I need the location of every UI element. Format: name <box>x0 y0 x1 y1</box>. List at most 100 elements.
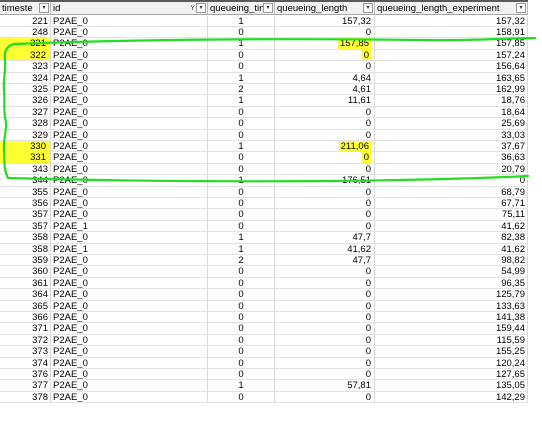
id-cell[interactable]: P2AE_0 <box>51 209 208 221</box>
queueing-length-experimental-cell[interactable]: 75,11 <box>375 209 528 221</box>
queueing-length-cell[interactable]: 0 <box>275 266 375 278</box>
id-cell[interactable]: P2AE_0 <box>51 334 208 347</box>
id-cell[interactable]: P2AE_0 <box>51 72 208 84</box>
header-queueing-length[interactable]: queueing_length ▾ <box>275 2 375 15</box>
queueing-length-experimental-cell[interactable]: 115,59 <box>375 334 528 347</box>
queueing-time-cell[interactable]: 0 <box>208 266 275 278</box>
queueing-time-cell[interactable]: 0 <box>208 27 275 39</box>
timestep-cell[interactable]: 325 <box>0 84 51 96</box>
timestep-cell[interactable]: 328 <box>0 118 51 130</box>
queueing-length-cell[interactable]: 176,51 <box>275 175 375 187</box>
queueing-length-cell[interactable]: 0 <box>275 49 375 62</box>
timestep-cell[interactable]: 377 <box>0 380 51 392</box>
table-row[interactable]: 361 P2AE_0 0 0 96,35 <box>0 277 528 290</box>
queueing-time-cell[interactable]: 1 <box>208 243 275 255</box>
queueing-time-cell[interactable]: 0 <box>208 369 275 381</box>
id-cell[interactable]: P2AE_0 <box>51 49 208 62</box>
queueing-time-cell[interactable]: 0 <box>208 118 275 130</box>
header-id[interactable]: id Y ▾ <box>51 2 208 15</box>
queueing-time-cell[interactable]: 0 <box>208 323 275 335</box>
queueing-time-cell[interactable]: 0 <box>208 198 275 210</box>
queueing-time-cell[interactable]: 0 <box>208 346 275 358</box>
queueing-length-experimental-cell[interactable]: 127,65 <box>375 369 528 381</box>
timestep-cell[interactable]: 374 <box>0 357 51 369</box>
id-cell[interactable]: P2AE_1 <box>51 243 208 255</box>
table-row[interactable]: 378 P2AE_0 0 0 142,29 <box>0 391 528 404</box>
table-row[interactable]: 248 P2AE_0 0 0 158,91 <box>0 27 528 39</box>
id-cell[interactable]: P2AE_0 <box>51 369 208 381</box>
queueing-length-cell[interactable]: 11,61 <box>275 95 375 107</box>
queueing-length-cell[interactable]: 0 <box>275 334 375 347</box>
id-cell[interactable]: P2AE_0 <box>51 15 208 27</box>
queueing-length-experimental-cell[interactable]: 67,71 <box>375 198 528 210</box>
queueing-length-experimental-cell[interactable]: 54,99 <box>375 266 528 278</box>
queueing-length-cell[interactable]: 0 <box>275 323 375 335</box>
table-row[interactable]: 330 P2AE_0 1 211,06 37,67 <box>0 141 528 153</box>
queueing-length-experimental-cell[interactable]: 68,79 <box>375 186 528 198</box>
id-cell[interactable]: P2AE_0 <box>51 391 208 404</box>
timestep-cell[interactable]: 359 <box>0 255 51 267</box>
queueing-length-experimental-cell[interactable]: 20,79 <box>375 163 528 176</box>
queueing-time-cell[interactable]: 1 <box>208 232 275 244</box>
queueing-length-experimental-cell[interactable]: 33,03 <box>375 129 528 141</box>
queueing-time-cell[interactable]: 0 <box>208 61 275 73</box>
table-row[interactable]: 358 P2AE_0 1 47,7 82,38 <box>0 232 528 244</box>
queueing-length-cell[interactable]: 0 <box>275 369 375 381</box>
queueing-length-experimental-cell[interactable]: 18,64 <box>375 106 528 119</box>
queueing-length-experimental-cell[interactable]: 157,85 <box>375 38 528 50</box>
table-row[interactable]: 374 P2AE_0 0 0 120,24 <box>0 357 528 369</box>
id-cell[interactable]: P2AE_0 <box>51 266 208 278</box>
id-cell[interactable]: P2AE_0 <box>51 129 208 141</box>
id-cell[interactable]: P2AE_0 <box>51 95 208 107</box>
queueing-length-cell[interactable]: 57,81 <box>275 380 375 392</box>
id-cell[interactable]: P2AE_0 <box>51 27 208 39</box>
header-queueing-length-experimental[interactable]: queueing_length_experiment ▾ <box>375 2 528 15</box>
table-row[interactable]: 344 P2AE_0 1 176,51 0 <box>0 175 528 187</box>
queueing-time-cell[interactable]: 0 <box>208 49 275 62</box>
queueing-length-cell[interactable]: 4,64 <box>275 72 375 84</box>
table-row[interactable]: 355 P2AE_0 0 0 68,79 <box>0 186 528 198</box>
timestep-cell[interactable]: 323 <box>0 61 51 73</box>
id-cell[interactable]: P2AE_0 <box>51 380 208 392</box>
table-row[interactable]: 324 P2AE_0 1 4,64 163,65 <box>0 72 528 84</box>
header-queueing-time[interactable]: queueing_tin ▾ <box>208 2 275 15</box>
id-cell[interactable]: P2AE_0 <box>51 118 208 130</box>
queueing-length-experimental-cell[interactable]: 41,62 <box>375 243 528 255</box>
queueing-length-experimental-cell[interactable]: 133,63 <box>375 300 528 312</box>
table-row[interactable]: 364 P2AE_0 0 0 125,79 <box>0 289 528 301</box>
queueing-time-cell[interactable]: 0 <box>208 220 275 233</box>
queueing-length-experimental-cell[interactable]: 96,35 <box>375 277 528 290</box>
table-row[interactable]: 325 P2AE_0 2 4,61 162,99 <box>0 84 528 96</box>
queueing-length-cell[interactable]: 47,7 <box>275 255 375 267</box>
table-row[interactable]: 329 P2AE_0 0 0 33,03 <box>0 129 528 141</box>
id-cell[interactable]: P2AE_0 <box>51 232 208 244</box>
queueing-length-cell[interactable]: 0 <box>275 289 375 301</box>
timestep-cell[interactable]: 330 <box>0 141 51 153</box>
queueing-time-cell[interactable]: 0 <box>208 163 275 176</box>
queueing-time-cell[interactable]: 1 <box>208 141 275 153</box>
id-cell[interactable]: P2AE_0 <box>51 323 208 335</box>
queueing-length-cell[interactable]: 0 <box>275 198 375 210</box>
table-row[interactable]: 360 P2AE_0 0 0 54,99 <box>0 266 528 278</box>
timestep-cell[interactable]: 344 <box>0 175 51 187</box>
timestep-cell[interactable]: 329 <box>0 129 51 141</box>
queueing-length-cell[interactable]: 0 <box>275 346 375 358</box>
queueing-time-cell[interactable]: 1 <box>208 380 275 392</box>
queueing-length-cell[interactable]: 211,06 <box>275 141 375 153</box>
id-cell[interactable]: P2AE_1 <box>51 220 208 233</box>
timestep-cell[interactable]: 324 <box>0 72 51 84</box>
queueing-length-cell[interactable]: 0 <box>275 220 375 233</box>
table-row[interactable]: 323 P2AE_0 0 0 156,64 <box>0 61 528 73</box>
queueing-length-experimental-cell[interactable]: 142,29 <box>375 391 528 404</box>
timestep-cell[interactable]: 361 <box>0 277 51 290</box>
queueing-length-cell[interactable]: 0 <box>275 209 375 221</box>
queueing-length-experimental-cell[interactable]: 18,76 <box>375 95 528 107</box>
queueing-length-experimental-cell[interactable]: 98,82 <box>375 255 528 267</box>
timestep-cell[interactable]: 373 <box>0 346 51 358</box>
table-row[interactable]: 373 P2AE_0 0 0 155,25 <box>0 346 528 358</box>
queueing-length-experimental-cell[interactable]: 25,69 <box>375 118 528 130</box>
queueing-time-cell[interactable]: 1 <box>208 15 275 27</box>
queueing-length-cell[interactable]: 0 <box>275 129 375 141</box>
queueing-time-cell[interactable]: 0 <box>208 152 275 164</box>
timestep-cell[interactable]: 360 <box>0 266 51 278</box>
